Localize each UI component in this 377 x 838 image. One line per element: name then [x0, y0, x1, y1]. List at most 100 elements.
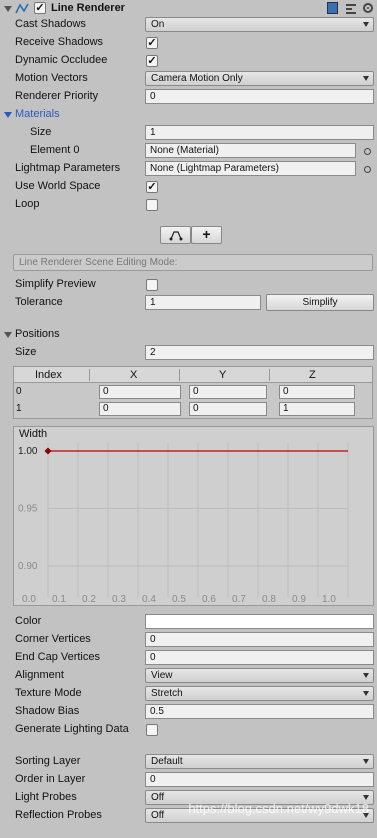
renderer-priority-label: Renderer Priority [15, 90, 99, 102]
column-header-x[interactable]: X [130, 369, 137, 381]
help-icon[interactable] [327, 2, 338, 14]
line-renderer-icon [15, 3, 29, 14]
add-point-button[interactable]: + [191, 226, 222, 244]
corner-vertices-input[interactable]: 0 [145, 632, 374, 647]
materials-size-row: Size 1 [0, 124, 377, 142]
positions-size-label: Size [15, 346, 37, 358]
settings-gear-icon[interactable] [362, 2, 374, 14]
y-tick-label: 1.00 [18, 446, 38, 457]
position-x-input[interactable]: 0 [99, 402, 181, 416]
alignment-label: Alignment [15, 669, 64, 681]
alignment-dropdown[interactable]: View [145, 668, 374, 683]
x-tick-label: 1.0 [322, 594, 336, 605]
x-tick-label: 0.0 [22, 594, 36, 605]
position-y-input[interactable]: 0 [189, 402, 267, 416]
x-tick-label: 0.9 [292, 594, 306, 605]
receive-shadows-label: Receive Shadows [15, 36, 104, 48]
dynamic-occludee-label: Dynamic Occludee [15, 54, 108, 66]
cast-shadows-value: On [151, 19, 165, 30]
light-probes-value: Off [151, 792, 165, 803]
reflection-probes-value: Off [151, 810, 165, 821]
positions-label[interactable]: Positions [15, 328, 60, 340]
foldout-arrow-icon[interactable] [4, 112, 12, 118]
element0-object-field[interactable]: None (Material) [145, 143, 356, 158]
use-world-space-checkbox[interactable]: ✓ [146, 181, 158, 193]
motion-vectors-row: Motion Vectors Camera Motion Only [0, 70, 377, 88]
receive-shadows-row: Receive Shadows ✓ [0, 34, 377, 52]
motion-vectors-dropdown[interactable]: Camera Motion Only [145, 71, 374, 86]
motion-vectors-label: Motion Vectors [15, 72, 88, 84]
texture-mode-row: Texture Mode Stretch [0, 685, 377, 703]
column-header-z[interactable]: Z [309, 369, 316, 381]
element0-row: Element 0 None (Material) [0, 142, 377, 160]
object-picker-icon[interactable] [364, 166, 371, 173]
sorting-layer-dropdown[interactable]: Default [145, 754, 374, 769]
chevron-down-icon [363, 759, 369, 764]
width-curve-plot[interactable]: 1.00 0.95 0.90 0.0 0.1 0.2 0.3 0.4 0.5 0.6 0.7 0.8 0… [14, 427, 373, 605]
curve-keyframe [44, 447, 52, 455]
tolerance-input[interactable]: 1 [145, 295, 261, 310]
sorting-layer-label: Sorting Layer [15, 755, 81, 767]
texture-mode-label: Texture Mode [15, 687, 82, 699]
end-cap-vertices-input[interactable]: 0 [145, 650, 374, 665]
positions-size-input[interactable]: 2 [145, 345, 374, 360]
dynamic-occludee-checkbox[interactable]: ✓ [146, 55, 158, 67]
foldout-arrow-icon[interactable] [4, 332, 12, 338]
order-in-layer-input[interactable]: 0 [145, 772, 374, 787]
positions-table-header: Index X Y Z [13, 366, 373, 383]
enabled-checkbox[interactable]: ✓ [34, 2, 46, 14]
watermark: https://blog.csdn.net/wy9dwk18 [188, 801, 369, 816]
element0-label: Element 0 [30, 144, 80, 156]
shadow-bias-input[interactable]: 0.5 [145, 704, 374, 719]
positions-table-body: 0 0 0 0 1 0 0 1 [13, 383, 373, 419]
preset-icon[interactable] [345, 2, 357, 14]
end-cap-vertices-label: End Cap Vertices [15, 651, 100, 663]
sorting-layer-value: Default [151, 756, 183, 767]
corner-vertices-row: Corner Vertices 0 [0, 631, 377, 649]
simplify-preview-checkbox[interactable] [146, 279, 158, 291]
column-header-y[interactable]: Y [219, 369, 226, 381]
texture-mode-dropdown[interactable]: Stretch [145, 686, 374, 701]
color-field[interactable] [145, 614, 374, 629]
x-tick-label: 0.4 [142, 594, 156, 605]
motion-vectors-value: Camera Motion Only [151, 73, 243, 84]
x-tick-label: 0.7 [232, 594, 246, 605]
alignment-value: View [151, 670, 173, 681]
use-world-space-label: Use World Space [15, 180, 101, 192]
column-header-index[interactable]: Index [35, 369, 62, 381]
cast-shadows-dropdown[interactable]: On [145, 17, 374, 32]
materials-row: Materials [0, 106, 377, 124]
renderer-priority-input[interactable]: 0 [145, 89, 374, 104]
x-tick-label: 0.6 [202, 594, 216, 605]
component-header: ✓ Line Renderer [0, 0, 377, 17]
positions-size-row: Size 2 [0, 344, 377, 362]
x-tick-label: 0.2 [82, 594, 96, 605]
foldout-arrow-icon[interactable] [4, 6, 12, 12]
position-z-input[interactable]: 0 [279, 385, 355, 399]
end-cap-vertices-row: End Cap Vertices 0 [0, 649, 377, 667]
position-x-input[interactable]: 0 [99, 385, 181, 399]
simplify-button[interactable]: Simplify [266, 294, 374, 311]
receive-shadows-checkbox[interactable]: ✓ [146, 37, 158, 49]
chevron-down-icon [363, 795, 369, 800]
width-curve-editor[interactable]: Width 1.00 0.95 0.90 0.0 0.1 0.2 0.3 0.4 0.5 0.6 0… [13, 426, 374, 606]
position-z-input[interactable]: 1 [279, 402, 355, 416]
use-world-space-row: Use World Space ✓ [0, 178, 377, 196]
edit-points-icon [169, 231, 182, 241]
color-row: Color [0, 613, 377, 631]
loop-checkbox[interactable] [146, 199, 158, 211]
simplify-preview-label: Simplify Preview [15, 278, 96, 290]
cast-shadows-row: Cast Shadows On [0, 16, 377, 34]
lightmap-parameters-field[interactable]: None (Lightmap Parameters) [145, 161, 356, 176]
edit-points-button[interactable] [160, 226, 191, 244]
materials-size-input[interactable]: 1 [145, 125, 374, 140]
chevron-down-icon [363, 691, 369, 696]
object-picker-icon[interactable] [364, 148, 371, 155]
materials-label[interactable]: Materials [15, 108, 60, 120]
reflection-probes-label: Reflection Probes [15, 809, 102, 821]
position-y-input[interactable]: 0 [189, 385, 267, 399]
order-in-layer-row: Order in Layer 0 [0, 771, 377, 789]
row-index: 0 [16, 386, 22, 397]
generate-lighting-data-checkbox[interactable] [146, 724, 158, 736]
materials-size-label: Size [30, 126, 52, 138]
